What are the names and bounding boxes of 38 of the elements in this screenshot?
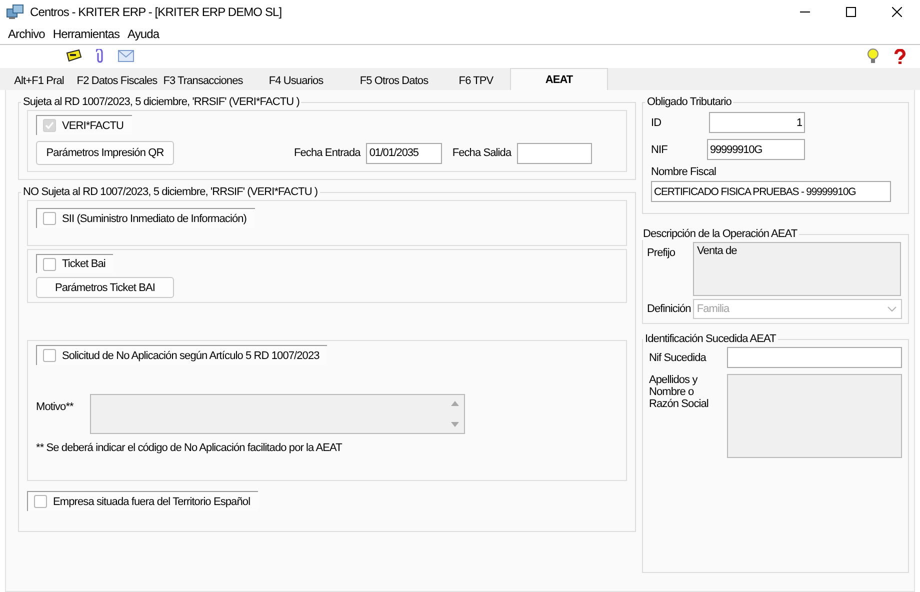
ticket-bai-params-button[interactable]: Parámetros Ticket BAI: [36, 277, 174, 298]
field-label: Fecha Salida: [452, 147, 512, 159]
field-label: Definición: [647, 303, 691, 315]
menu-item[interactable]: Herramientas: [48, 27, 124, 41]
tab[interactable]: F4 Usuarios: [246, 70, 346, 90]
tab[interactable]: F2 Datos Fiscales: [74, 70, 160, 90]
group-title: Identificación Sucedida AEAT: [644, 333, 778, 345]
tab[interactable]: AEAT: [510, 68, 608, 90]
field-label: ID: [651, 116, 662, 128]
menu-item[interactable]: Ayuda: [124, 27, 164, 41]
group-title: Descripción de la Operación AEAT: [642, 228, 798, 240]
id-field[interactable]: 1: [709, 112, 805, 133]
field-label: Nif Sucedida: [649, 352, 708, 364]
checkbox-option[interactable]: Ticket Bai: [36, 254, 114, 274]
field-label: NIF: [651, 144, 668, 156]
note-text: ** Se deberá indicar el código de No Aplicación facilitado por la AEAT: [36, 442, 344, 454]
name-field[interactable]: CERTIFICADO FISICA PRUEBAS - 99999910G: [651, 181, 891, 202]
tab[interactable]: F6 TPV: [442, 70, 510, 90]
nif-field[interactable]: 99999910G: [707, 139, 805, 160]
field-label: Fecha Entrada: [294, 147, 360, 159]
group-title: Sujeta al RD 1007/2023, 5 diciembre, 'RRSIF' (VERI*FACTU ): [22, 96, 300, 108]
date-field[interactable]: 01/01/2035: [366, 142, 442, 164]
tab[interactable]: F5 Otros Datos: [346, 70, 442, 90]
tab[interactable]: Alt+F1 Pral: [4, 70, 74, 90]
tab[interactable]: F3 Transacciones: [160, 70, 246, 90]
checkbox-option[interactable]: Solicitud de No Aplicación según Artículo 5 RD 1007/2023: [36, 345, 328, 365]
field-label: Motivo**: [36, 401, 74, 413]
group-title: NO Sujeta al RD 1007/2023, 5 diciembre, 'RRSIF' (VERI*FACTU ): [22, 186, 319, 198]
text-area[interactable]: Venta de: [693, 242, 901, 296]
menu-item[interactable]: Archivo: [4, 27, 49, 41]
field-label: Nombre Fiscal: [651, 166, 718, 178]
checkbox-option[interactable]: SII (Suministro Inmediato de Información): [36, 208, 255, 228]
qr-params-button[interactable]: Parámetros Impresión QR: [36, 141, 174, 165]
group-title: Obligado Tributario: [646, 96, 732, 108]
checkbox-option[interactable]: Empresa situada fuera del Territorio Español: [27, 491, 258, 511]
field-label: Prefijo: [647, 247, 676, 259]
window-title: Centros - KRITER ERP - [KRITER ERP DEMO SL]: [30, 5, 283, 19]
field-label: Apellidos y Nombre o Razón Social: [649, 374, 710, 410]
